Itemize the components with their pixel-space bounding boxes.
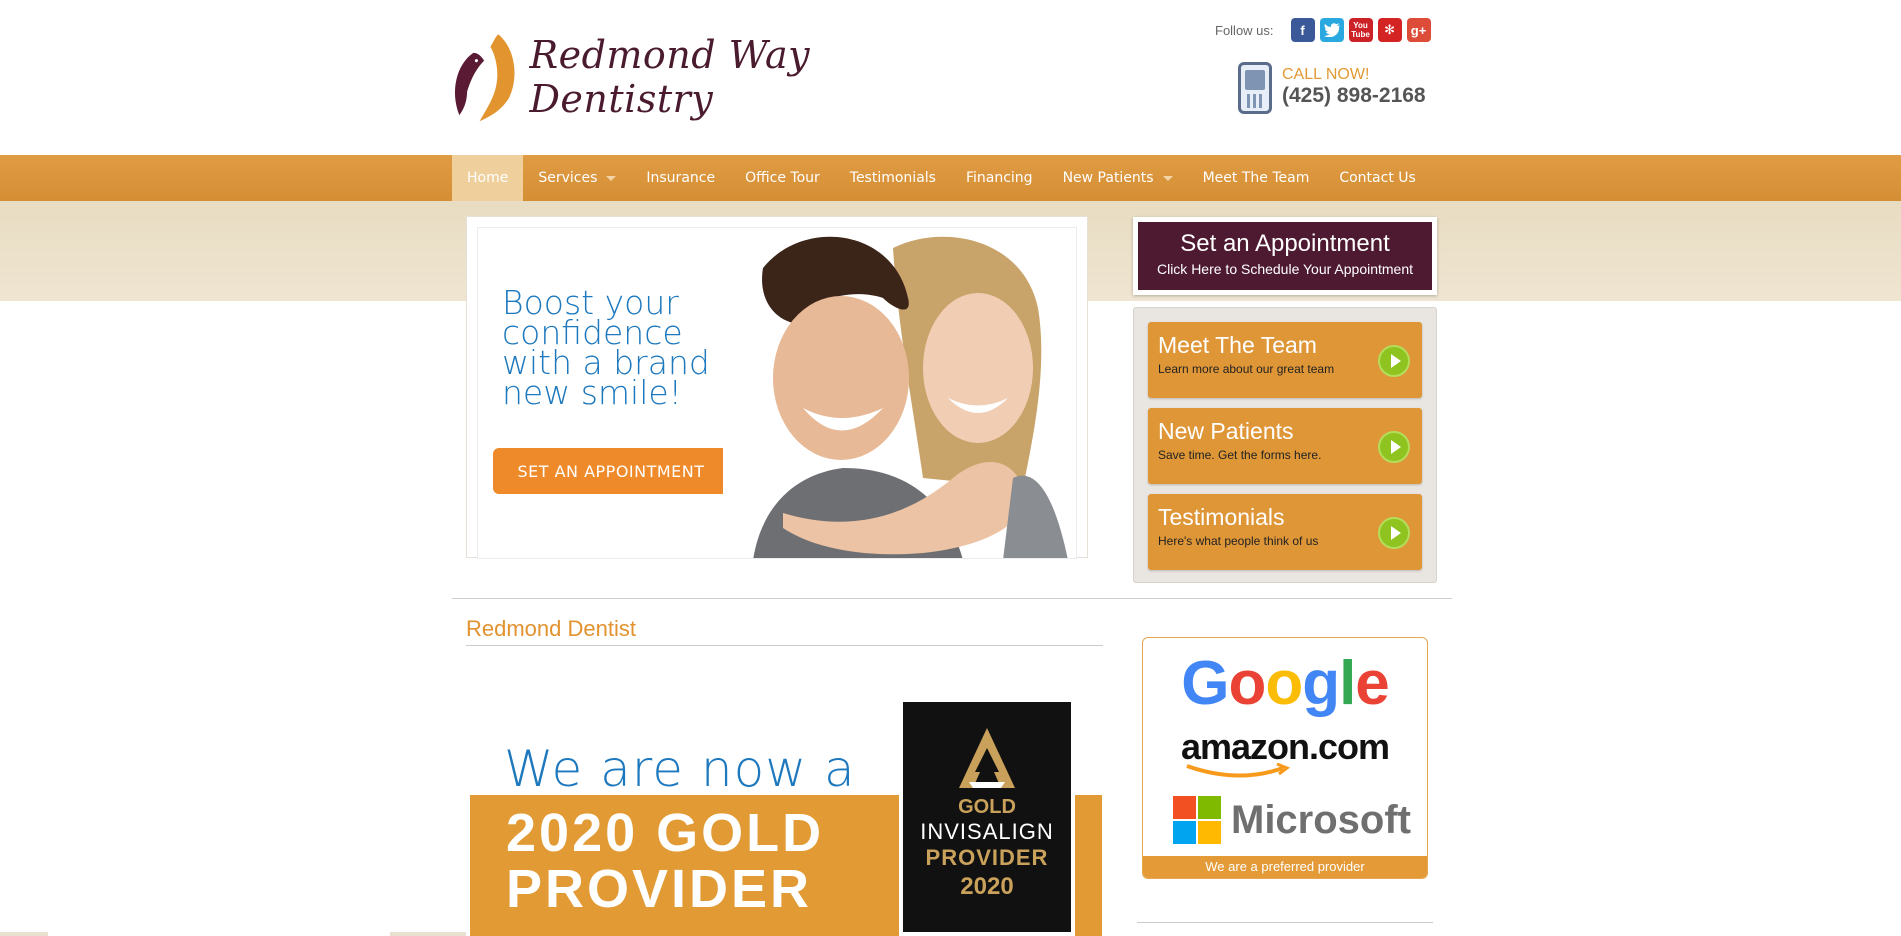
quick-link-subtitle: Learn more about our great team — [1158, 362, 1335, 376]
amazon-smile-icon — [1186, 762, 1291, 778]
nav-item-testimonials[interactable]: Testimonials — [835, 155, 951, 201]
main-nav: Home Services Insurance Office Tour Test… — [0, 155, 1901, 201]
promo-line-3: PROVIDER — [506, 859, 813, 919]
google-plus-icon[interactable]: g+ — [1406, 18, 1431, 42]
promo-line-2-3: 2020 GOLD PROVIDER — [506, 805, 824, 917]
appointment-title: Set an Appointment — [1180, 230, 1390, 257]
quick-link-subtitle: Here's what people think of us — [1158, 534, 1319, 548]
chevron-down-icon — [1162, 175, 1173, 181]
nav-item-services[interactable]: Services — [523, 155, 631, 201]
microsoft-name: Microsoft — [1231, 797, 1411, 842]
nav-item-meet-the-team[interactable]: Meet The Team — [1188, 155, 1325, 201]
microsoft-squares-icon — [1173, 796, 1221, 844]
nav-item-office-tour[interactable]: Office Tour — [730, 155, 835, 201]
badge-text-provider: PROVIDER — [925, 845, 1049, 870]
title-underline — [466, 645, 1103, 646]
yelp-icon[interactable]: ✻ — [1377, 18, 1402, 42]
section-divider — [452, 598, 1452, 599]
nav-items: Home Services Insurance Office Tour Test… — [452, 155, 1431, 201]
preferred-caption: We are a preferred provider — [1143, 856, 1427, 878]
social-links: Follow us: f You Tube ✻ g+ — [1215, 18, 1431, 42]
quick-links-panel: Meet The Team Learn more about our great… — [1133, 307, 1437, 583]
play-arrow-icon[interactable] — [1378, 345, 1410, 377]
fish-logo-icon — [454, 34, 515, 122]
google-logo: Google — [1181, 649, 1390, 718]
preferred-provider-box[interactable]: Google amazon.com Microsoft We are a pre… — [1142, 637, 1428, 879]
chevron-down-icon — [606, 175, 617, 181]
appointment-subtitle: Click Here to Schedule Your Appointment — [1156, 261, 1414, 277]
play-arrow-icon[interactable] — [1378, 431, 1410, 463]
hero-headline: Boost your confidence with a brand new s… — [502, 283, 710, 412]
phone-icon — [1238, 62, 1272, 114]
quick-link-new-patients[interactable]: New Patients Save time. Get the forms he… — [1148, 408, 1422, 484]
hero-appointment-button[interactable]: SET AN APPOINTMENT — [493, 448, 729, 494]
sidebar-divider — [1137, 922, 1433, 923]
nav-item-contact-us[interactable]: Contact Us — [1324, 155, 1430, 201]
invisalign-badge: GOLD INVISALIGN PROVIDER 2020 — [899, 698, 1075, 936]
quick-link-subtitle: Save time. Get the forms here. — [1158, 448, 1322, 462]
quick-link-title: New Patients — [1158, 418, 1294, 444]
hero-banner: Boost your confidence with a brand new s… — [467, 217, 1087, 559]
set-appointment-button[interactable]: Set an Appointment Click Here to Schedul… — [1133, 217, 1437, 295]
quick-link-title: Testimonials — [1158, 504, 1285, 530]
microsoft-logo: Microsoft — [1173, 796, 1411, 844]
site-header: Redmond Way Dentistry Follow us: f You Tu… — [0, 0, 1901, 155]
twitter-icon[interactable] — [1319, 18, 1344, 42]
promo-line-1: We are now a — [504, 740, 856, 798]
facebook-icon[interactable]: f — [1290, 18, 1315, 42]
smiling-couple-photo — [723, 228, 1076, 558]
invisalign-promo: We are now a 2020 GOLD PROVIDER GOLD INV… — [466, 680, 1106, 936]
invisalign-logo-icon — [959, 728, 1015, 788]
quick-link-testimonials[interactable]: Testimonials Here's what people think of… — [1148, 494, 1422, 570]
quick-link-meet-team[interactable]: Meet The Team Learn more about our great… — [1148, 322, 1422, 398]
badge-text-year: 2020 — [960, 873, 1014, 900]
site-name: Redmond Way Dentistry — [529, 33, 811, 121]
badge-text-gold: GOLD — [958, 796, 1016, 818]
play-arrow-icon[interactable] — [1378, 517, 1410, 549]
youtube-icon[interactable]: You Tube — [1348, 18, 1373, 42]
call-now[interactable]: CALL NOW! (425) 898-2168 — [1238, 62, 1426, 114]
follow-label: Follow us: — [1215, 22, 1274, 38]
nav-item-new-patients[interactable]: New Patients — [1048, 155, 1188, 201]
call-now-label: CALL NOW! — [1282, 66, 1370, 84]
site-logo[interactable]: Redmond Way Dentistry — [450, 16, 900, 138]
phone-number[interactable]: (425) 898-2168 — [1282, 83, 1426, 108]
nav-item-home[interactable]: Home — [452, 155, 524, 201]
nav-item-financing[interactable]: Financing — [951, 155, 1048, 201]
page-title: Redmond Dentist — [466, 616, 636, 641]
nav-item-insurance[interactable]: Insurance — [631, 155, 730, 201]
footer-edge — [390, 932, 466, 936]
promo-line-2: 2020 GOLD — [506, 803, 825, 863]
badge-text-invisalign: INVISALIGN — [920, 819, 1054, 844]
quick-link-title: Meet The Team — [1158, 332, 1317, 358]
footer-edge — [0, 932, 48, 936]
